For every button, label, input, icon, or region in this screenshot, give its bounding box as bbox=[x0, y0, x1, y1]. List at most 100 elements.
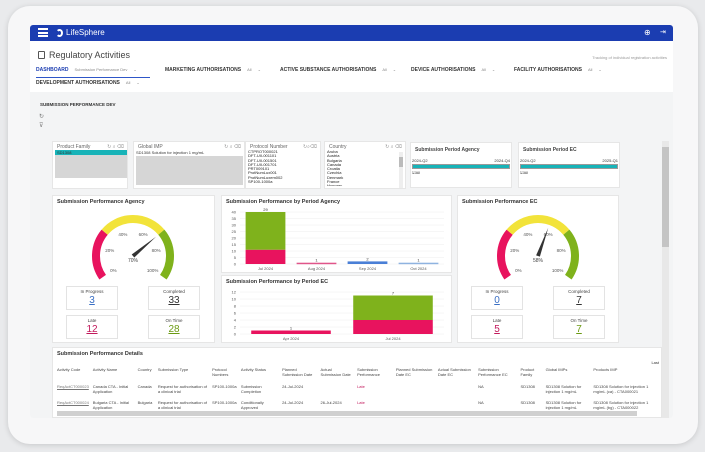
tab-label: DEVELOPMENT AUTHORISATIONS bbox=[36, 80, 120, 86]
column-header[interactable]: Activity Code bbox=[55, 366, 91, 383]
all-checkbox[interactable]: ☑All bbox=[520, 170, 528, 175]
chevron-down-icon[interactable]: ⌄ bbox=[136, 80, 139, 85]
chart-title: Submission Performance by Period EC bbox=[226, 279, 329, 285]
data-label: 1 bbox=[417, 258, 420, 263]
column-header[interactable]: Global IMPs bbox=[544, 366, 592, 383]
tab-dropdown-value[interactable]: All bbox=[588, 67, 592, 72]
list-item[interactable]: SD1308 Solution for injection 1 mg/mL bbox=[136, 150, 204, 155]
column-header[interactable]: Actual Submission Date bbox=[319, 366, 356, 383]
kpi-value-link[interactable]: 3 bbox=[67, 295, 117, 306]
bar-segment[interactable] bbox=[245, 249, 286, 264]
tab-label: DEVICE AUTHORISATIONS bbox=[411, 67, 476, 73]
all-checkbox[interactable]: ☑All bbox=[412, 170, 420, 175]
chevron-down-icon[interactable]: ⌄ bbox=[598, 67, 601, 72]
kpi-value-link[interactable]: 0 bbox=[472, 295, 522, 306]
column-header[interactable]: Submission Performance bbox=[355, 366, 394, 383]
table-row[interactable]: ReqActCT000023 Canada CTA - Initial Appli… bbox=[55, 383, 660, 399]
globe-icon[interactable]: ⊕ bbox=[644, 28, 651, 37]
column-header[interactable]: Protocol Numbers bbox=[210, 366, 239, 383]
horizontal-scrollbar[interactable] bbox=[57, 411, 637, 416]
bar-segment[interactable] bbox=[245, 212, 286, 250]
column-header[interactable]: Planned Submission Date bbox=[280, 366, 318, 383]
tab-0[interactable]: DASHBOARD Submission Performance Dev ⌄ bbox=[36, 67, 137, 73]
slider-title: Submission Period Agency bbox=[415, 147, 480, 153]
table-cell bbox=[319, 383, 356, 399]
kpi-value-link[interactable]: 5 bbox=[472, 324, 522, 335]
range-start: 2024-Q2 bbox=[520, 158, 536, 163]
y-tick-label: 4 bbox=[234, 318, 237, 323]
range-slider[interactable] bbox=[412, 164, 510, 169]
table-cell: Canada bbox=[137, 384, 152, 389]
x-tick-label: Jul 2024 bbox=[258, 266, 274, 271]
column-header[interactable]: Submission Type bbox=[156, 366, 210, 383]
x-tick-label: Sep 2024 bbox=[359, 266, 377, 271]
refresh-icon[interactable]: ↻ bbox=[39, 113, 44, 120]
list-scrollbar[interactable] bbox=[399, 152, 403, 188]
kpi-value-link[interactable]: 7 bbox=[554, 295, 604, 306]
tab-2[interactable]: ACTIVE SUBSTANCE AUTHORISATIONS All ⌄ bbox=[280, 67, 396, 73]
tab-1[interactable]: MARKETING AUTHORISATIONS All ⌄ bbox=[165, 67, 261, 73]
column-header[interactable]: Products IMP bbox=[591, 366, 660, 383]
chevron-down-icon[interactable]: ⌄ bbox=[492, 67, 495, 72]
tab-dropdown-value[interactable]: All bbox=[126, 80, 130, 85]
gauge-value: 70% bbox=[128, 258, 139, 264]
tab-3[interactable]: DEVICE AUTHORISATIONS All ⌄ bbox=[411, 67, 495, 73]
range-end: 2024-Q4 bbox=[494, 158, 510, 163]
bar-segment[interactable] bbox=[398, 262, 439, 265]
bar-segment[interactable] bbox=[347, 261, 388, 264]
bar-segment[interactable] bbox=[251, 330, 331, 335]
bar-segment[interactable] bbox=[353, 295, 433, 321]
y-tick-label: 0 bbox=[234, 262, 237, 267]
column-header[interactable]: Submission Performance EC bbox=[476, 366, 518, 383]
kpi-value-link[interactable]: 33 bbox=[149, 295, 199, 306]
chevron-down-icon[interactable]: ⌄ bbox=[393, 67, 396, 72]
panel-title: Submission Performance EC bbox=[462, 199, 538, 205]
global-imp-filter[interactable]: Global IMP ↻ ⌕ ⌫ SD1308 Solution for inj… bbox=[133, 141, 245, 189]
protocol-number-filter[interactable]: Protocol Number ↻⌕⌫ CTPROT000021 DFT-UII-… bbox=[245, 141, 321, 189]
filter-tools-icon[interactable]: ↻ ⌕ ⌫ bbox=[224, 144, 241, 150]
table-header-row: Activity Code Activity Name Country Submiss… bbox=[55, 366, 660, 383]
gauge-tick-label: 80% bbox=[152, 248, 161, 253]
kpi-on-time: On Time 28 bbox=[148, 315, 200, 339]
page-scrollbar[interactable] bbox=[662, 141, 669, 418]
data-label: 2 bbox=[366, 256, 369, 261]
clear-filter-icon[interactable]: ⊽ bbox=[39, 122, 43, 129]
column-header[interactable]: Actual Submission Date EC bbox=[436, 366, 476, 383]
protocol-list[interactable]: CTPROT000021 DFT-UII-001101 DFT-UII-001501… bbox=[248, 150, 318, 186]
activity-code-link[interactable]: ReqActCT000023 bbox=[55, 383, 91, 399]
table-cell: Late bbox=[357, 384, 365, 389]
tab-dropdown-value[interactable]: All bbox=[481, 67, 485, 72]
column-header[interactable]: Country bbox=[136, 366, 156, 383]
chevron-down-icon[interactable]: ⌄ bbox=[258, 67, 261, 72]
country-filter[interactable]: Country ↻ ⌕ ⌫ Aruba Austria Bulgaria Canada… bbox=[324, 141, 406, 189]
x-tick-label: Apr 2024 bbox=[283, 336, 300, 341]
tab-dropdown-value[interactable]: Submission Performance Dev bbox=[75, 67, 128, 72]
kpi-value-link[interactable]: 7 bbox=[554, 324, 604, 335]
column-header[interactable]: Activity Name bbox=[91, 366, 136, 383]
list-item[interactable]: Hungary bbox=[327, 184, 397, 186]
period-agency-slider-panel: Submission Period Agency 2024-Q2 2024-Q4… bbox=[410, 142, 512, 188]
range-slider[interactable] bbox=[520, 164, 618, 169]
tab-dropdown-value[interactable]: All bbox=[382, 67, 386, 72]
chevron-down-icon[interactable]: ⌄ bbox=[133, 67, 136, 72]
logout-icon[interactable]: ⇥ bbox=[660, 28, 666, 36]
details-panel: Submission Performance Details Last Acti… bbox=[52, 347, 662, 418]
excluded-area bbox=[136, 156, 243, 185]
x-tick-label: Aug 2024 bbox=[308, 266, 326, 271]
kpi-value-link[interactable]: 28 bbox=[149, 324, 199, 335]
bar-segment[interactable] bbox=[296, 262, 337, 265]
country-list[interactable]: Aruba Austria Bulgaria Canada Croatia Czechia… bbox=[327, 150, 397, 186]
y-tick-label: 10 bbox=[232, 249, 237, 254]
product-family-filter[interactable]: Product Family ↻ ⌕ ⌫ SD1308 bbox=[52, 141, 128, 189]
column-header[interactable]: Activity Status bbox=[239, 366, 280, 383]
column-header[interactable]: Product Family bbox=[518, 366, 543, 383]
menu-icon[interactable] bbox=[38, 28, 48, 37]
kpi-value-link[interactable]: 12 bbox=[67, 324, 117, 335]
tab-dropdown-value[interactable]: All bbox=[247, 67, 251, 72]
tab-4[interactable]: FACILITY AUTHORISATIONS All ⌄ bbox=[514, 67, 602, 73]
column-header[interactable]: Planned Submission Date EC bbox=[394, 366, 436, 383]
chart-title: Submission Performance by Period Agency bbox=[226, 199, 341, 205]
tab-5[interactable]: DEVELOPMENT AUTHORISATIONS All ⌄ bbox=[36, 80, 140, 86]
list-item[interactable]: SP100-1000a bbox=[248, 179, 318, 184]
bar-segment[interactable] bbox=[353, 320, 433, 334]
